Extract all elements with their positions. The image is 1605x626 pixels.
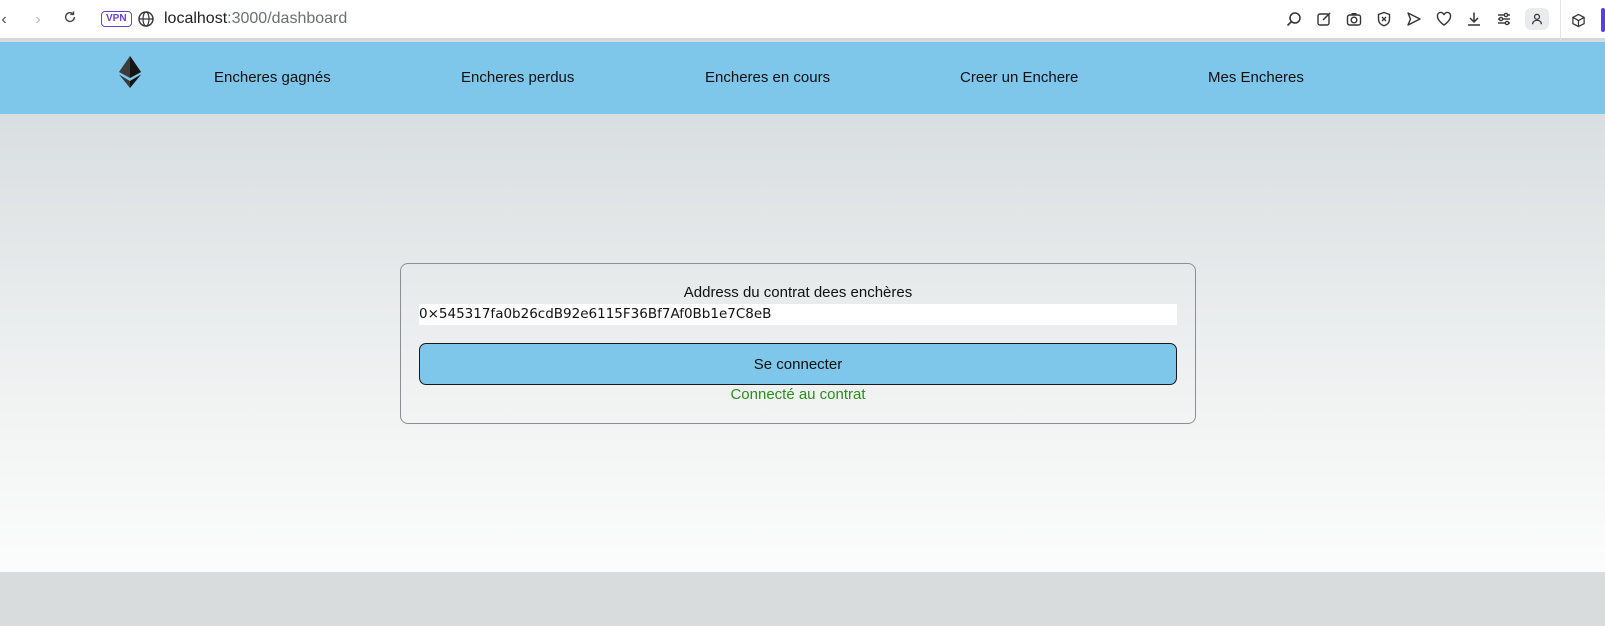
extension-area	[1560, 0, 1605, 40]
footer-strip	[0, 572, 1605, 626]
url-host: localhost	[164, 10, 228, 27]
nav-link-encheres-perdus[interactable]: Encheres perdus	[461, 69, 574, 87]
settings-icon[interactable]	[1495, 8, 1513, 30]
heart-icon[interactable]	[1435, 8, 1453, 30]
nav-link-encheres-gagnes[interactable]: Encheres gagnés	[214, 69, 331, 87]
address-bar[interactable]: localhost:3000/dashboard	[164, 9, 347, 29]
nav-link-creer-enchere[interactable]: Creer un Enchere	[960, 69, 1078, 87]
shield-icon[interactable]	[1375, 8, 1393, 30]
send-icon[interactable]	[1405, 8, 1423, 30]
sidebar-accent	[1601, 8, 1605, 32]
extension-icon[interactable]	[1571, 13, 1586, 28]
download-icon[interactable]	[1465, 8, 1483, 30]
main-content: Address du contrat dees enchères Se conn…	[0, 114, 1605, 572]
browser-toolbar: ‹ › VPN localhost:3000/dashboard	[0, 0, 1605, 40]
toolbar-icons	[1285, 8, 1549, 30]
url-path: :3000/dashboard	[227, 10, 348, 27]
reload-icon[interactable]	[60, 10, 80, 30]
nav-link-encheres-en-cours[interactable]: Encheres en cours	[705, 69, 830, 87]
search-icon[interactable]	[1285, 8, 1303, 30]
edit-icon[interactable]	[1315, 8, 1333, 30]
contract-address-label: Address du contrat dees enchères	[683, 284, 913, 301]
globe-icon[interactable]	[137, 10, 155, 28]
forward-icon[interactable]: ›	[28, 10, 48, 30]
contract-connect-card: Address du contrat dees enchères Se conn…	[400, 263, 1196, 424]
back-icon[interactable]: ‹	[0, 10, 14, 30]
connection-status: Connecté au contrat	[730, 386, 866, 403]
site-navbar: Encheres gagnés Encheres perdus Encheres…	[0, 42, 1605, 114]
nav-link-mes-encheres[interactable]: Mes Encheres	[1208, 69, 1304, 87]
ethereum-icon[interactable]	[119, 56, 141, 88]
connect-button[interactable]: Se connecter	[419, 343, 1177, 385]
camera-icon[interactable]	[1345, 8, 1363, 30]
profile-icon[interactable]	[1525, 8, 1549, 30]
vpn-badge[interactable]: VPN	[101, 11, 132, 27]
contract-address-input[interactable]	[419, 304, 1177, 325]
